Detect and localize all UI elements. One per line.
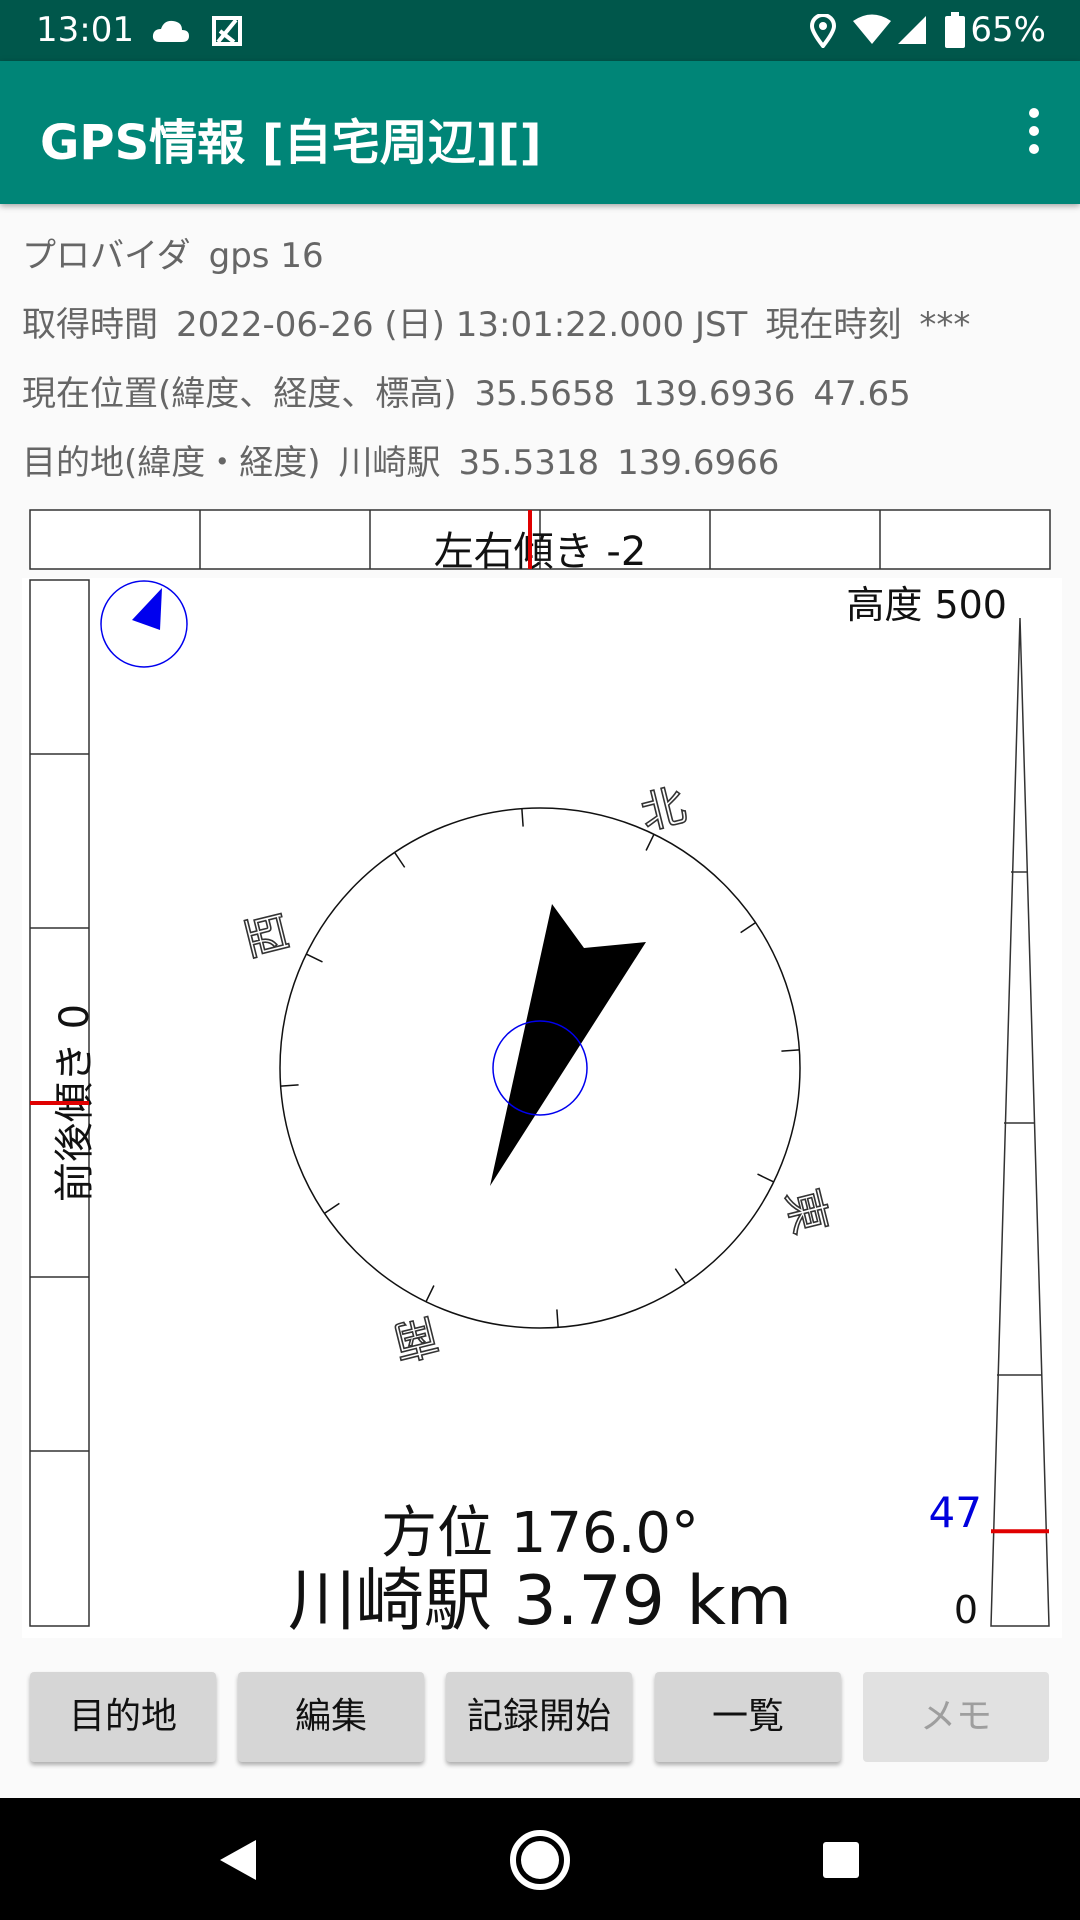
compass-tick [280, 1084, 299, 1087]
navigation-bar [0, 1798, 1080, 1920]
status-time: 13:01 [36, 10, 134, 50]
destination-label: 目的地(緯度・経度) [22, 443, 321, 483]
roll-gauge: 左右傾き -2 [29, 509, 1051, 572]
compass-tick [324, 1202, 340, 1215]
direction-arrow-icon [490, 904, 646, 1186]
record-start-button[interactable]: 記録開始 [446, 1672, 632, 1762]
pitch-gauge: 前後傾き 0 [29, 579, 98, 1627]
position-line: 現在位置(緯度、経度、標高) 35.5658 139.6936 47.65 [22, 366, 911, 415]
compass-tick [521, 808, 524, 827]
compass-tick [740, 921, 756, 934]
acquired-time-label: 取得時間 [22, 305, 158, 345]
position-label: 現在位置(緯度、経度、標高) [22, 374, 457, 414]
battery-icon [945, 12, 965, 48]
altitude-gauge: 高度 500 47 0 [846, 583, 1050, 1632]
compass-tick [674, 1268, 687, 1284]
recents-square-icon[interactable] [822, 1841, 860, 1879]
time-line: 取得時間 2022-06-26 (日) 13:01:22.000 JST 現在時刻 *… [22, 297, 970, 346]
destination-longitude: 139.6966 [617, 443, 780, 483]
current-time-label: 現在時刻 [765, 305, 902, 345]
app-title: GPS情報 [自宅周辺][] [40, 115, 542, 171]
destination-line: 目的地(緯度・経度) 川崎駅 35.5318 139.6966 [22, 435, 779, 484]
compass-tick [393, 852, 406, 868]
altitude-max-label: 高度 500 [846, 583, 1007, 627]
south-label: 南 [388, 1308, 443, 1368]
position-altitude: 47.65 [813, 374, 911, 414]
provider-value: gps 16 [208, 236, 324, 276]
cell-signal-icon [898, 16, 926, 44]
overflow-menu-icon[interactable] [1014, 101, 1054, 161]
edit-button[interactable]: 編集 [238, 1672, 424, 1762]
app-bar: GPS情報 [自宅周辺][] [0, 61, 1080, 204]
destination-button[interactable]: 目的地 [30, 1672, 216, 1762]
destination-latitude: 35.5318 [458, 443, 600, 483]
provider-line: プロバイダ gps 16 [22, 228, 324, 277]
back-triangle-icon[interactable] [218, 1838, 258, 1882]
compass-tick [305, 953, 323, 963]
west-label: 西 [238, 907, 298, 962]
north-label: 北 [636, 780, 691, 840]
compass-canvas: 前後傾き 0 高度 500 47 0 北 東 南 西 方位 176.0° 川崎駅… [29, 579, 1050, 1638]
altitude-current-label: 47 [929, 1488, 982, 1537]
provider-label: プロバイダ [22, 236, 191, 276]
list-button[interactable]: 一覧 [655, 1672, 841, 1762]
compass-tick [781, 1049, 800, 1052]
position-latitude: 35.5658 [474, 374, 616, 414]
mini-compass-arrow-icon [132, 588, 162, 630]
compass-panel: 前後傾き 0 高度 500 47 0 北 東 南 西 方位 176.0° 川崎駅… [22, 578, 1062, 1638]
compass-tick [425, 1285, 435, 1303]
compass-dial: 北 東 南 西 [237, 779, 837, 1369]
roll-label: 左右傾き -2 [434, 529, 647, 572]
battery-percent: 65% [970, 10, 1046, 50]
east-label: 東 [776, 1184, 836, 1239]
app-k-icon [212, 16, 242, 46]
compass-tick [757, 1173, 775, 1183]
altitude-zero-label: 0 [954, 1588, 978, 1632]
cloud-icon [152, 20, 189, 42]
mini-compass [100, 580, 188, 668]
compass-tick [556, 1309, 559, 1328]
position-longitude: 139.6936 [633, 374, 796, 414]
distance-text: 川崎駅 3.79 km [288, 1562, 792, 1638]
status-bar: 13:01 65% [0, 0, 1080, 61]
home-circle-icon[interactable] [508, 1828, 572, 1892]
location-icon [810, 14, 836, 48]
bearing-text: 方位 176.0° [381, 1501, 699, 1566]
destination-name: 川崎駅 [338, 443, 441, 483]
acquired-time-value: 2022-06-26 (日) 13:01:22.000 JST [176, 305, 748, 345]
wifi-icon [853, 14, 891, 44]
current-time-value: *** [919, 305, 971, 345]
memo-button[interactable]: メモ [863, 1672, 1049, 1762]
